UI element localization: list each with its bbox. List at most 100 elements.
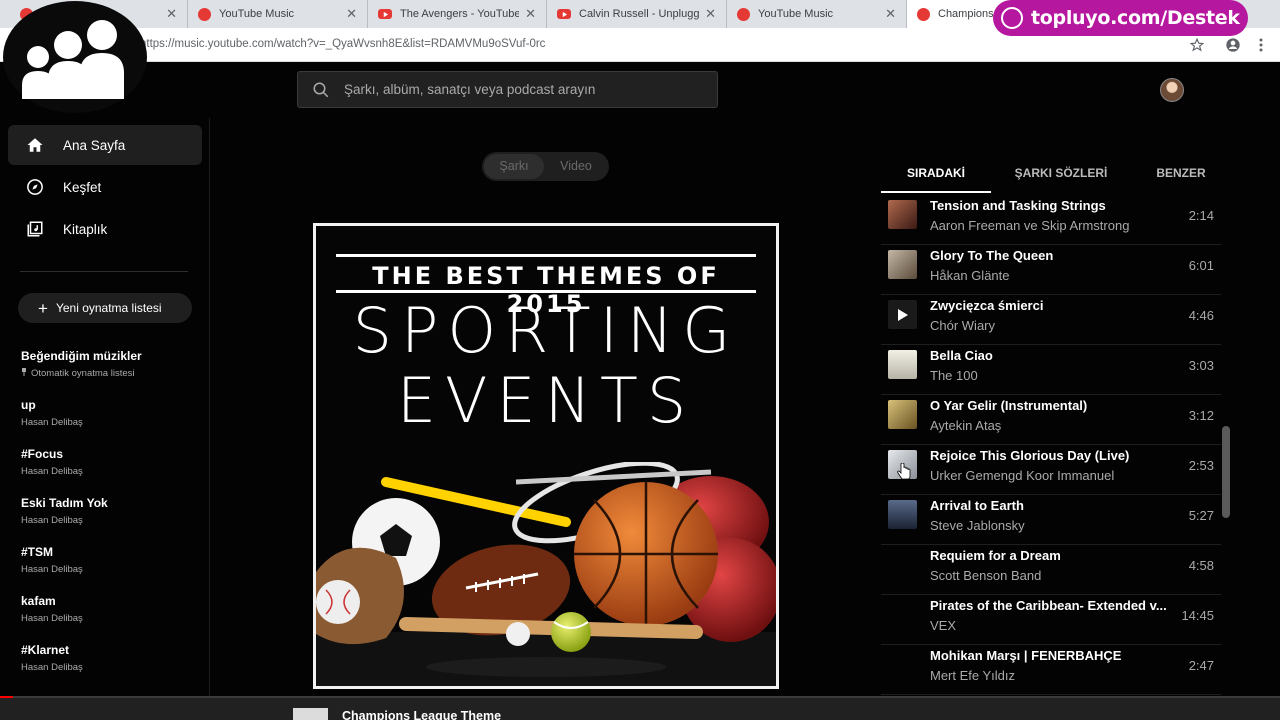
- url-field[interactable]: https://music.youtube.com/watch?v=_QyaWv…: [140, 38, 545, 50]
- sidebar-playlist-item[interactable]: #TSM Hasan Delibaş: [21, 545, 201, 575]
- avatar[interactable]: [1160, 78, 1184, 102]
- sidebar-item-library[interactable]: Kitaplık: [8, 209, 202, 249]
- sidebar-item-label: Keşfet: [63, 179, 102, 195]
- queue-item[interactable]: Requiem for a Dream Scott Benson Band 4:…: [881, 545, 1221, 595]
- track-artist[interactable]: VEX: [930, 618, 956, 633]
- library-icon: [26, 220, 44, 238]
- playlist-subtitle: Hasan Delibaş: [21, 662, 83, 673]
- track-thumbnail: [888, 350, 917, 379]
- sports-balls-illustration: [316, 462, 776, 686]
- app-header: Şarkı, albüm, sanatçı veya podcast arayı…: [0, 62, 1280, 118]
- sidebar-item-label: Kitaplık: [63, 221, 108, 237]
- profile-icon[interactable]: [1224, 36, 1242, 54]
- playlist-subtitle: Hasan Delibaş: [21, 417, 83, 428]
- sidebar-playlist-item[interactable]: #Focus Hasan Delibaş: [21, 447, 201, 477]
- youtube-music-icon: [198, 7, 211, 21]
- track-duration: 3:12: [1188, 408, 1214, 423]
- track-artist[interactable]: Aaron Freeman ve Skip Armstrong: [930, 218, 1129, 233]
- track-artist[interactable]: Mert Efe Yıldız: [930, 668, 1015, 683]
- sidebar-playlist-item[interactable]: Eski Tadım Yok Hasan Delibaş: [21, 496, 201, 526]
- close-icon[interactable]: ✕: [705, 6, 716, 22]
- track-thumbnail: [888, 250, 917, 279]
- track-title: O Yar Gelir (Instrumental): [930, 398, 1088, 413]
- queue-item[interactable]: Pirates of the Caribbean- Extended v... …: [881, 595, 1221, 645]
- playlist-subtitle: Hasan Delibaş: [21, 466, 83, 477]
- track-artist[interactable]: Aytekin Ataş: [930, 418, 1001, 433]
- sidebar-playlist-item[interactable]: up Hasan Delibaş: [21, 398, 201, 428]
- album-rule: [336, 290, 756, 293]
- queue-item[interactable]: Zwycięzca śmierci Chór Wiary 4:46: [881, 295, 1221, 345]
- track-title: Bella Ciao: [930, 348, 993, 363]
- search-input[interactable]: Şarkı, albüm, sanatçı veya podcast arayı…: [297, 71, 718, 108]
- tab-title: The Avengers - YouTube: [400, 8, 520, 20]
- track-artist[interactable]: Scott Benson Band: [930, 568, 1041, 583]
- browser-tab[interactable]: The Avengers - YouTube ✕: [368, 0, 547, 28]
- browser-tab[interactable]: Calvin Russell - Unplugged ✕: [547, 0, 727, 28]
- tab-related[interactable]: BENZER: [1141, 158, 1221, 193]
- now-playing-thumbnail: [293, 708, 328, 720]
- queue-item[interactable]: O Yar Gelir (Instrumental) Aytekin Ataş …: [881, 395, 1221, 445]
- playlist-title: #Focus: [21, 447, 64, 461]
- sidebar-item-explore[interactable]: Keşfet: [8, 167, 202, 207]
- album-line1: SPORTING: [352, 294, 740, 367]
- track-duration: 2:14: [1188, 208, 1214, 223]
- toggle-video-option[interactable]: Video: [545, 152, 607, 181]
- screen: ✕ YouTube Music ✕ The Avengers - YouTube…: [0, 0, 1280, 720]
- sidebar-playlist-item[interactable]: kafam Hasan Delibaş: [21, 594, 201, 624]
- play-icon[interactable]: [888, 300, 917, 329]
- track-thumbnail: [888, 400, 917, 429]
- queue-item[interactable]: Bella Ciao The 100 3:03: [881, 345, 1221, 395]
- queue-item[interactable]: Rejoice This Glorious Day (Live) Urker G…: [881, 445, 1221, 495]
- track-thumbnail: [888, 500, 917, 529]
- track-duration: 14:45: [1181, 608, 1214, 623]
- playlist-title: Beğendiğim müzikler: [21, 349, 142, 363]
- queue-scrollbar[interactable]: [1222, 426, 1230, 518]
- queue-list: Tension and Tasking Strings Aaron Freema…: [881, 195, 1221, 695]
- sidebar: Ana Sayfa Keşfet Kitaplık + Yeni oynatma…: [0, 118, 210, 696]
- toggle-song-option[interactable]: Şarkı: [484, 152, 544, 181]
- menu-kebab-icon[interactable]: [1252, 36, 1270, 54]
- progress-bar[interactable]: [0, 696, 1280, 698]
- track-title: Glory To The Queen: [930, 248, 1054, 263]
- queue-item[interactable]: Tension and Tasking Strings Aaron Freema…: [881, 195, 1221, 245]
- tab-title: YouTube Music: [758, 8, 834, 20]
- queue-item[interactable]: Glory To The Queen Håkan Glänte 6:01: [881, 245, 1221, 295]
- close-icon[interactable]: ✕: [525, 6, 536, 22]
- sidebar-item-home[interactable]: Ana Sayfa: [8, 125, 202, 165]
- youtube-icon: [557, 9, 571, 19]
- queue-item[interactable]: Mohikan Marşı | FENERBAHÇE Mert Efe Yıld…: [881, 645, 1221, 695]
- track-artist[interactable]: The 100: [930, 368, 978, 383]
- home-icon: [26, 136, 44, 154]
- tab-up-next[interactable]: SIRADAKİ: [881, 158, 991, 193]
- compass-icon: [26, 178, 44, 196]
- playlist-title: #Klarnet: [21, 643, 70, 657]
- close-icon[interactable]: ✕: [166, 6, 177, 22]
- sidebar-playlist-item[interactable]: Beğendiğim müzikler Otomatik oynatma lis…: [21, 349, 201, 379]
- track-artist[interactable]: Steve Jablonsky: [930, 518, 1025, 533]
- close-icon[interactable]: ✕: [885, 6, 896, 22]
- playlist-title: Eski Tadım Yok: [21, 496, 108, 510]
- queue-item[interactable]: Arrival to Earth Steve Jablonsky 5:27: [881, 495, 1221, 545]
- track-artist[interactable]: Håkan Glänte: [930, 268, 1010, 283]
- youtube-icon: [378, 9, 392, 19]
- track-thumbnail: [888, 200, 917, 229]
- sidebar-divider: [20, 271, 188, 272]
- close-icon[interactable]: ✕: [346, 6, 357, 22]
- new-playlist-button[interactable]: + Yeni oynatma listesi: [18, 293, 192, 323]
- track-title: Pirates of the Caribbean- Extended v...: [930, 598, 1167, 613]
- tab-lyrics[interactable]: ŞARKI SÖZLERİ: [1001, 158, 1121, 193]
- smile-icon: [1001, 7, 1023, 29]
- plus-icon: +: [38, 298, 48, 318]
- now-playing-title[interactable]: Champions League Theme: [342, 709, 501, 720]
- track-artist[interactable]: Chór Wiary: [930, 318, 995, 333]
- youtube-music-icon: [917, 7, 930, 21]
- playlist-subtitle: Hasan Delibaş: [21, 564, 83, 575]
- track-artist[interactable]: Urker Gemengd Koor Immanuel: [930, 468, 1114, 483]
- track-title: Tension and Tasking Strings: [930, 198, 1106, 213]
- browser-tab[interactable]: YouTube Music ✕: [188, 0, 368, 28]
- queue-tabs: SIRADAKİ ŞARKI SÖZLERİ BENZER: [881, 158, 1231, 195]
- sidebar-playlist-item[interactable]: #Klarnet Hasan Delibaş: [21, 643, 201, 673]
- bookmark-star-icon[interactable]: [1188, 36, 1206, 54]
- sidebar-item-label: Ana Sayfa: [63, 137, 126, 153]
- browser-tab[interactable]: YouTube Music ✕: [727, 0, 907, 28]
